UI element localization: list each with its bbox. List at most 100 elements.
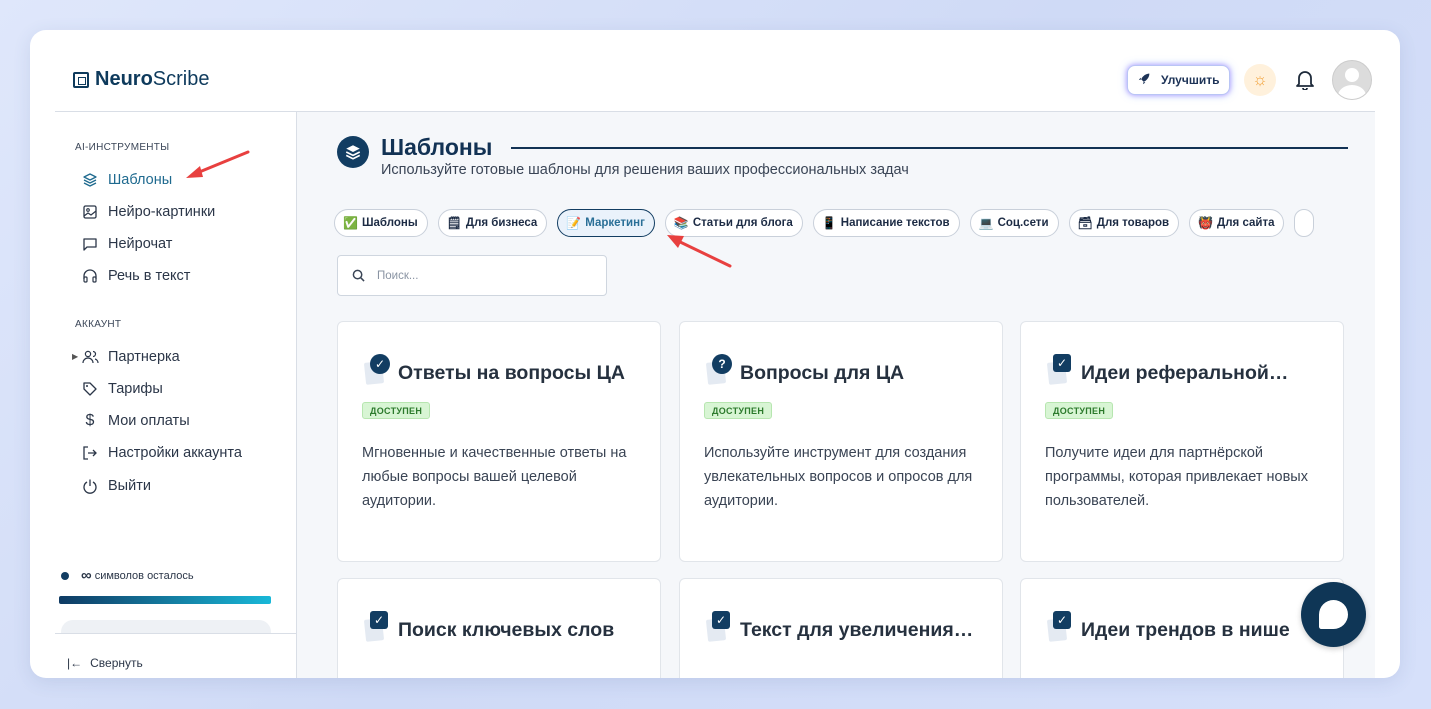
card-title: Ответы на вопросы ЦА (398, 362, 625, 384)
credits-progress-bar (59, 596, 271, 604)
account-section-title: АККАУНТ (75, 319, 122, 330)
card-description: Получите идеи для партнёрской программы,… (1045, 445, 1308, 509)
sidebar-item-label: Речь в текст (108, 268, 191, 284)
checkbox-badge-icon: ✓ (1053, 354, 1071, 372)
sidebar-item-label: Нейро-картинки (108, 204, 216, 220)
chat-support-button[interactable] (1301, 582, 1366, 647)
credits-value: ∞ (81, 567, 92, 584)
card-description: Мгновенные и качественные ответы на любы… (362, 445, 627, 509)
chip-copywriting[interactable]: 📱 Написание текстов (812, 209, 960, 237)
template-card-increase-text[interactable]: ✓ Текст для увеличения… (679, 578, 1003, 678)
phone-emoji-icon: 📱 (821, 216, 837, 230)
chip-label: Для товаров (1096, 217, 1170, 229)
chip-business[interactable]: 🗒 Для бизнеса (437, 209, 548, 237)
sidebar-item-partners[interactable]: Партнерка (81, 346, 180, 368)
template-card-audience-questions[interactable]: ? Вопросы для ЦА ДОСТУПЕН Используйте ин… (679, 321, 1003, 562)
collapse-button[interactable]: |← Свернуть (67, 656, 143, 670)
app-window: Neuro Scribe Улучшить ☼ AI-ИНСТРУМЕНТЫ Ша… (30, 30, 1400, 678)
chip-label: Для бизнеса (465, 217, 538, 229)
status-badge: ДОСТУПЕН (1045, 402, 1114, 419)
mask-emoji-icon: 👹 (1198, 216, 1214, 230)
question-badge-icon: ? (712, 354, 732, 374)
notifications-button[interactable] (1291, 66, 1319, 94)
logo[interactable]: Neuro Scribe (73, 68, 210, 91)
headphones-icon (81, 267, 99, 285)
template-card-keyword-search[interactable]: ✓ Поиск ключевых слов (337, 578, 661, 678)
logo-icon (73, 71, 89, 88)
collapse-arrow-icon: |← (67, 656, 83, 670)
user-avatar[interactable] (1332, 60, 1372, 100)
card-description: Используйте инструмент для создания увле… (704, 445, 973, 509)
chip-products[interactable]: 🗃 Для товаров (1068, 209, 1180, 237)
logout-arrow-icon (81, 444, 99, 462)
chip-social[interactable]: 💻 Соц.сети (969, 209, 1059, 237)
laptop-emoji-icon: 💻 (978, 216, 994, 230)
search-icon (352, 269, 365, 282)
notepad-emoji-icon: 🗒 (446, 216, 462, 230)
chip-templates[interactable]: ✅ Шаблоны (334, 209, 428, 237)
sidebar-item-speech-to-text[interactable]: Речь в текст (81, 265, 190, 287)
users-icon (81, 348, 99, 366)
check-badge-icon: ✓ (370, 354, 390, 374)
card-icon: ✓ (363, 354, 391, 386)
bell-icon (1296, 71, 1314, 90)
card-icon: ✓ (363, 611, 391, 643)
card-title: Идеи трендов в нише (1081, 619, 1290, 641)
sidebar-footer: |← Свернуть (55, 633, 296, 678)
sidebar-item-label: Нейрочат (108, 236, 173, 252)
sidebar-item-neurochat[interactable]: Нейрочат (81, 233, 172, 255)
power-icon (81, 477, 99, 495)
sidebar-item-templates[interactable]: Шаблоны (81, 169, 172, 191)
image-icon (81, 203, 99, 221)
template-card-niche-trends[interactable]: ✓ Идеи трендов в нише (1020, 578, 1344, 678)
sidebar-item-label: Мои оплаты (108, 413, 190, 429)
status-dot (61, 571, 69, 580)
card-icon: ✓ (1046, 354, 1074, 386)
main-content: Шаблоны Используйте готовые шаблоны для … (297, 112, 1375, 678)
card-title: Поиск ключевых слов (398, 619, 615, 641)
card-icon: ✓ (705, 611, 733, 643)
credits-indicator: ∞ символов осталось (61, 567, 194, 584)
top-bar: Neuro Scribe Улучшить ☼ (55, 30, 1375, 112)
sidebar-item-account-settings[interactable]: Настройки аккаунта (81, 442, 242, 464)
sidebar: AI-ИНСТРУМЕНТЫ Шаблоны Нейро-картинки Не… (55, 112, 297, 678)
upgrade-label: Улучшить (1161, 73, 1220, 87)
sidebar-item-tariffs[interactable]: Тарифы (81, 378, 163, 400)
checkbox-badge-icon: ✓ (1053, 611, 1071, 629)
layers-icon (81, 171, 99, 189)
checkbox-badge-icon: ✓ (712, 611, 730, 629)
template-card-referral-ideas[interactable]: ✓ Идеи реферальной… ДОСТУПЕН Получите ид… (1020, 321, 1344, 562)
books-emoji-icon: 📚 (673, 216, 689, 230)
sidebar-item-label: Настройки аккаунта (108, 445, 242, 461)
ai-section-title: AI-ИНСТРУМЕНТЫ (75, 142, 170, 153)
status-badge: ДОСТУПЕН (362, 402, 431, 419)
logo-bold-text: Neuro (95, 68, 153, 90)
upgrade-button[interactable]: Улучшить (1127, 65, 1231, 95)
collapse-label: Свернуть (90, 656, 143, 670)
card-icon: ? (705, 354, 733, 386)
sidebar-item-label: Тарифы (108, 381, 163, 397)
title-divider (511, 147, 1348, 149)
sidebar-item-logout[interactable]: Выйти (81, 475, 151, 497)
chip-blog-articles[interactable]: 📚 Статьи для блога (664, 209, 803, 237)
chip-label: Соц.сети (997, 217, 1049, 229)
chip-marketing[interactable]: 📝 Маркетинг (557, 209, 655, 237)
sidebar-item-neuro-images[interactable]: Нейро-картинки (81, 201, 215, 223)
expand-caret-icon[interactable]: ▶ (72, 352, 78, 361)
chip-more[interactable] (1294, 209, 1315, 237)
sun-icon: ☼ (1252, 70, 1268, 89)
card-title: Текст для увеличения… (740, 619, 974, 641)
status-badge: ДОСТУПЕН (704, 402, 773, 419)
search-input[interactable] (375, 268, 579, 283)
layers-icon (337, 136, 369, 168)
theme-toggle-button[interactable]: ☼ (1244, 64, 1276, 96)
logo-regular-text: Scribe (152, 68, 210, 90)
credits-text: символов осталось (94, 569, 194, 582)
card-box-emoji-icon: 🗃 (1077, 216, 1093, 230)
chip-website[interactable]: 👹 Для сайта (1189, 209, 1285, 237)
sidebar-item-payments[interactable]: $ Мои оплаты (81, 410, 190, 432)
rocket-icon (1138, 72, 1151, 88)
template-card-audience-answers[interactable]: ✓ Ответы на вопросы ЦА ДОСТУПЕН Мгновенн… (337, 321, 661, 562)
checkbox-badge-icon: ✓ (370, 611, 388, 629)
card-icon: ✓ (1046, 611, 1074, 643)
